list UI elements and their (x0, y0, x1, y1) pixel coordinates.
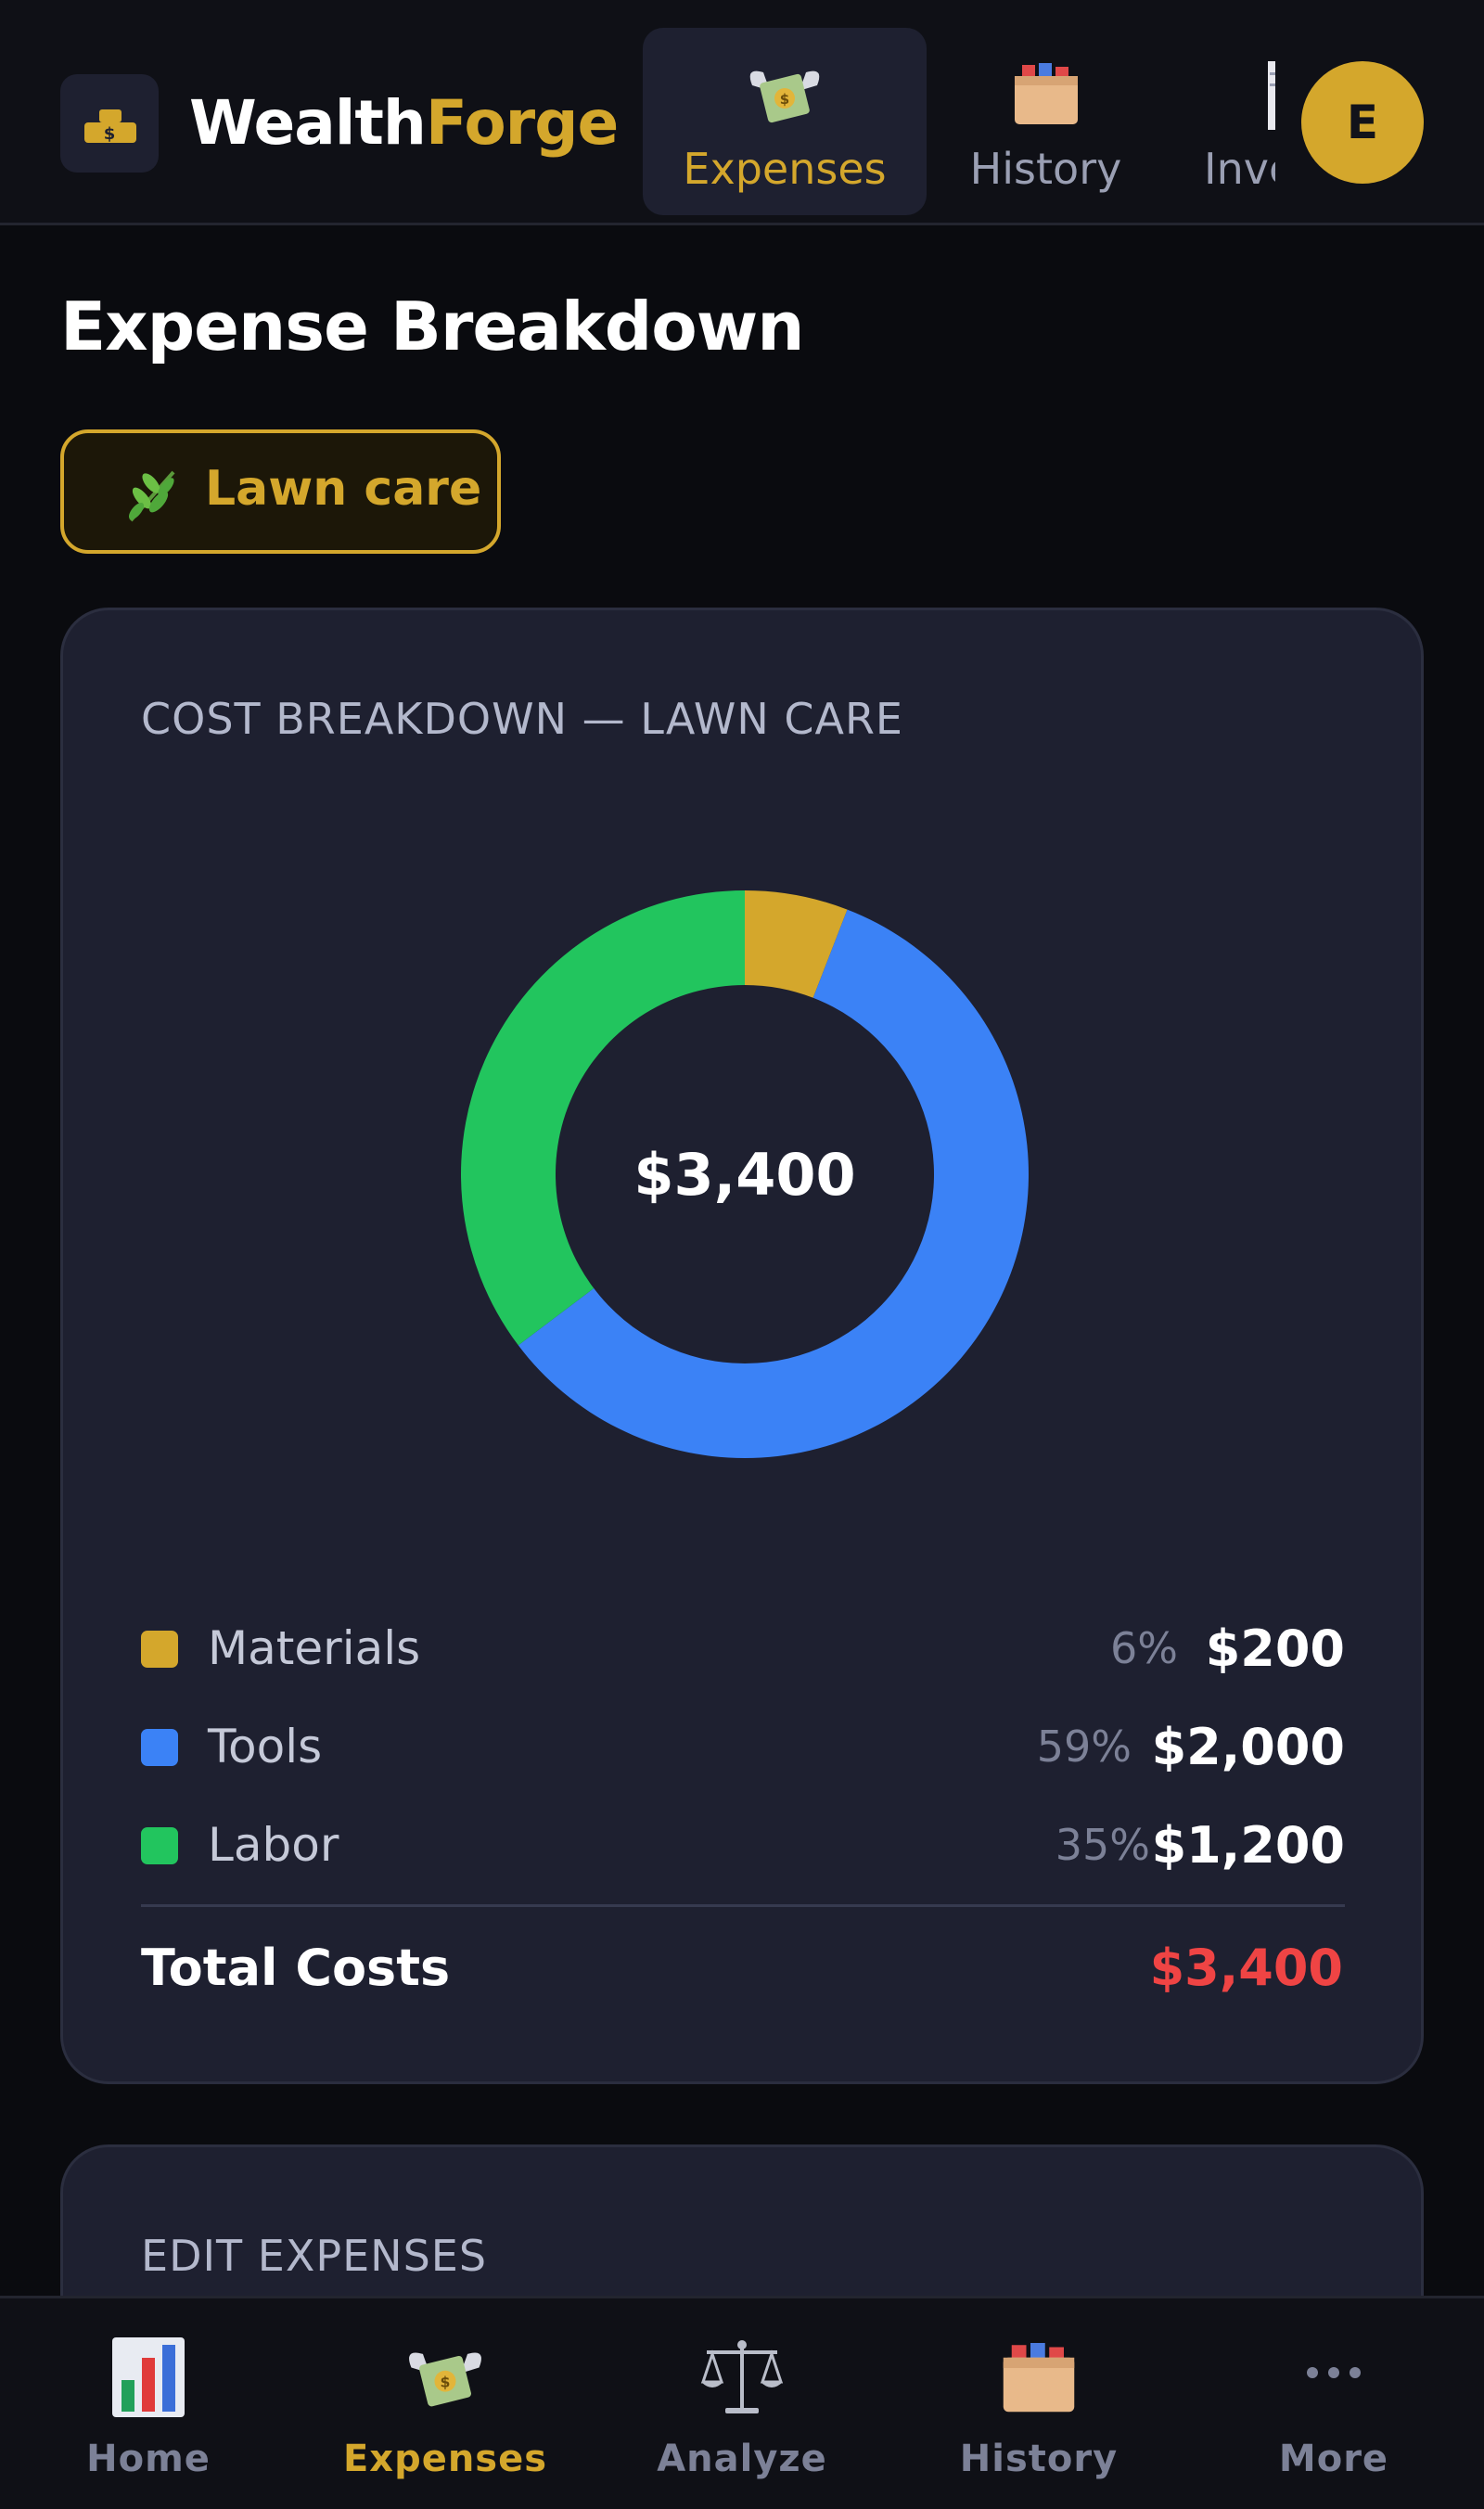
bottom-nav-analyze[interactable]: Analyze (603, 2336, 881, 2484)
bar-chart-icon (112, 2337, 185, 2417)
bottom-nav-label: Expenses (342, 2438, 548, 2480)
nav-tab-label: Invc (1204, 144, 1275, 194)
legend-value: $2,000 (1151, 1718, 1345, 1776)
legend-value: $1,200 (1151, 1816, 1345, 1875)
nav-tab-label: Expenses (683, 144, 887, 194)
legend-swatch (141, 1729, 178, 1766)
edit-expenses-heading: EDIT EXPENSES (141, 2231, 488, 2281)
legend-name: Tools (208, 1720, 323, 1773)
legend-percent: 35% (1055, 1820, 1150, 1870)
card-heading: COST BREAKDOWN — LAWN CARE (141, 694, 903, 744)
category-chip[interactable]: Lawn care (60, 429, 501, 554)
logo[interactable]: $ (60, 74, 159, 173)
bottom-nav-label: Home (86, 2438, 211, 2480)
brand-name: WealthForge (189, 82, 619, 165)
legend-swatch (141, 1827, 178, 1864)
total-costs-value: $3,400 (1149, 1939, 1343, 1997)
bottom-nav-label: More (1278, 2438, 1389, 2480)
svg-text:$: $ (441, 2373, 451, 2390)
nav-tab-history[interactable]: History (955, 28, 1136, 215)
legend-row-tools[interactable]: Tools 59% $2,000 (141, 1710, 1345, 1785)
divider (141, 1904, 1345, 1907)
balance-scale-icon (700, 2340, 784, 2413)
bottom-nav-label: History (959, 2438, 1119, 2480)
brand-name-part2: Forge (425, 87, 619, 159)
bottom-nav: Home $ Expenses Analyze History More (0, 2296, 1484, 2509)
card-file-box-icon (1014, 63, 1078, 124)
bottom-nav-label: Analyze (657, 2438, 827, 2480)
top-header: $ WealthForge $ Expenses History Inv E (0, 0, 1484, 225)
page-title: Expense Breakdown (60, 288, 804, 365)
bottom-nav-home[interactable]: Home (9, 2336, 288, 2484)
legend-percent: 6% (1110, 1623, 1178, 1673)
cost-breakdown-card: COST BREAKDOWN — LAWN CARE $3,400 Materi… (60, 608, 1424, 2084)
app-screen: $ WealthForge $ Expenses History Inv E E… (0, 0, 1484, 2509)
svg-text:$: $ (780, 91, 789, 108)
brand-name-part1: Wealth (189, 87, 427, 159)
card-file-box-icon (1003, 2343, 1075, 2413)
donut-chart: $3,400 (461, 890, 1029, 1458)
legend-percent: 59% (1036, 1722, 1132, 1772)
nav-tab-expenses[interactable]: $ Expenses (643, 28, 927, 215)
legend-row-labor[interactable]: Labor 35% $1,200 (141, 1809, 1345, 1883)
legend-name: Labor (208, 1818, 339, 1872)
money-with-wings-icon: $ (409, 2352, 481, 2407)
bottom-nav-more[interactable]: More (1195, 2336, 1473, 2484)
nav-tab-invoices[interactable]: Invc (1196, 28, 1275, 215)
money-with-wings-icon: $ (749, 70, 820, 123)
legend-swatch (141, 1631, 178, 1668)
svg-text:$: $ (104, 124, 116, 144)
herb-icon (128, 470, 175, 522)
receipt-icon (1268, 61, 1275, 130)
category-chip-label: Lawn care (205, 461, 482, 517)
bottom-nav-expenses[interactable]: $ Expenses (306, 2336, 584, 2484)
legend-value: $200 (1205, 1619, 1345, 1678)
gold-bars-icon: $ (84, 109, 136, 144)
legend-name: Materials (208, 1621, 421, 1675)
donut-slice-labor[interactable] (461, 890, 745, 1346)
more-dots-icon (1307, 2367, 1361, 2378)
nav-tab-label: History (969, 144, 1122, 194)
user-avatar[interactable]: E (1301, 61, 1424, 184)
legend-row-materials[interactable]: Materials 6% $200 (141, 1612, 1345, 1686)
bottom-nav-history[interactable]: History (900, 2336, 1178, 2484)
total-costs-label: Total Costs (141, 1939, 451, 1997)
donut-center-total: $3,400 (633, 1141, 855, 1209)
